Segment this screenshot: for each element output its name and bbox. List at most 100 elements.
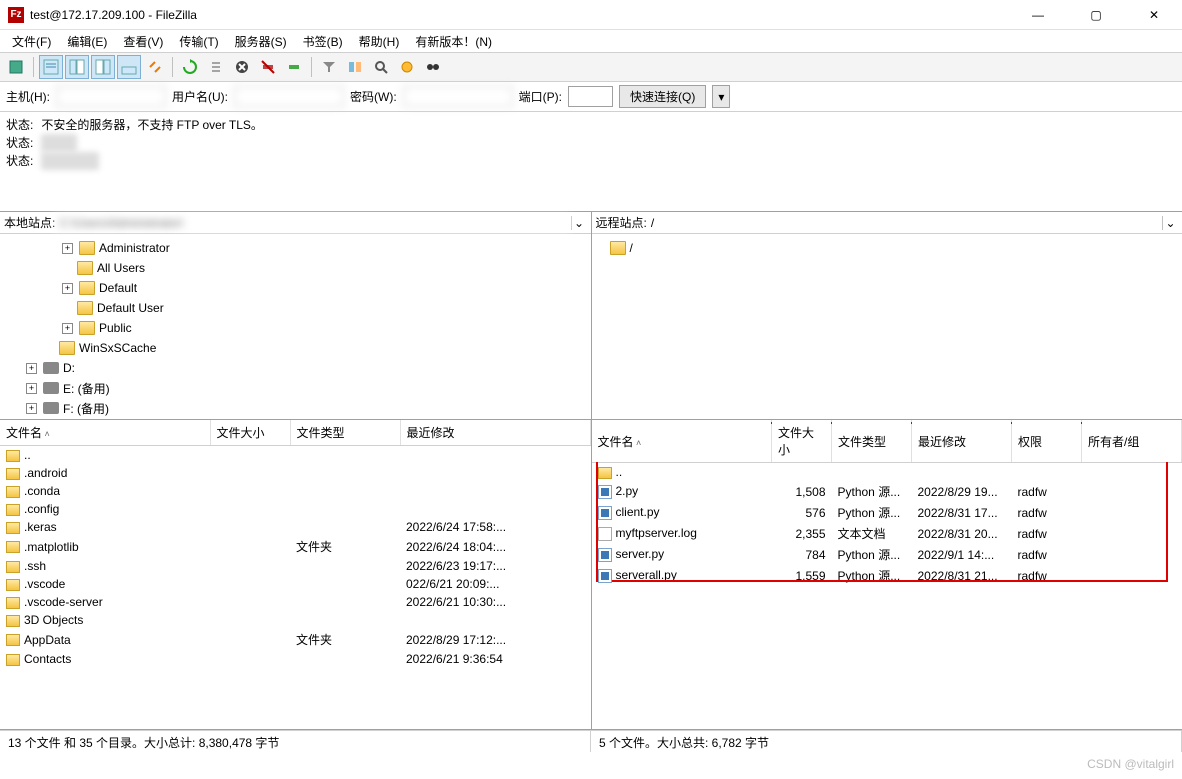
- tree-item[interactable]: +Default: [4, 278, 587, 298]
- tree-item[interactable]: All Users: [4, 258, 587, 278]
- table-row[interactable]: serverall.py1,559Python 源...2022/8/31 21…: [592, 565, 1182, 586]
- local-file-list[interactable]: 文件名 文件大小 文件类型 最近修改 ...android.conda.conf…: [0, 420, 592, 729]
- remote-tree-pane: 远程站点: ⌄ /: [592, 212, 1182, 419]
- table-row[interactable]: 2.py1,508Python 源...2022/8/29 19...radfw: [592, 481, 1182, 502]
- search-icon[interactable]: [369, 55, 393, 79]
- toggle-queue-icon[interactable]: [117, 55, 141, 79]
- table-row[interactable]: .config: [0, 500, 590, 518]
- menu-newversion[interactable]: 有新版本！(N): [409, 31, 498, 52]
- settings-icon[interactable]: [395, 55, 419, 79]
- expand-icon[interactable]: +: [62, 323, 73, 334]
- local-path-input[interactable]: [55, 214, 570, 232]
- table-row[interactable]: AppData文件夹2022/8/29 17:12:...: [0, 629, 590, 650]
- tree-item[interactable]: +D:: [4, 358, 587, 378]
- tree-item[interactable]: /: [596, 238, 1179, 258]
- menu-view[interactable]: 查看(V): [117, 31, 169, 52]
- table-row[interactable]: .ssh2022/6/23 19:17:...: [0, 557, 590, 575]
- minimize-button[interactable]: —: [1018, 1, 1058, 29]
- remote-file-list[interactable]: 文件名 文件大小 文件类型 最近修改 权限 所有者/组 ..2.py1,508P…: [592, 420, 1182, 729]
- log-label: 状态:: [6, 116, 33, 134]
- tree-item[interactable]: +E: (备用): [4, 378, 587, 398]
- tree-item[interactable]: WinSxSCache: [4, 338, 587, 358]
- quickconnect-button[interactable]: 快速连接(Q): [619, 85, 706, 108]
- table-row[interactable]: ..: [0, 446, 590, 465]
- user-input[interactable]: [234, 86, 344, 107]
- local-tree[interactable]: +Administrator All Users +Default Default U…: [0, 234, 591, 419]
- col-name[interactable]: 文件名: [0, 420, 210, 446]
- port-input[interactable]: [568, 86, 613, 107]
- table-row[interactable]: ..: [592, 463, 1182, 482]
- menu-file[interactable]: 文件(F): [6, 31, 57, 52]
- toggle-log-icon[interactable]: [39, 55, 63, 79]
- tree-label: Default User: [97, 301, 164, 315]
- disk-icon: [43, 362, 59, 374]
- refresh-icon[interactable]: [178, 55, 202, 79]
- maximize-button[interactable]: ▢: [1076, 1, 1116, 29]
- table-row[interactable]: 3D Objects: [0, 611, 590, 629]
- file-panes: 文件名 文件大小 文件类型 最近修改 ...android.conda.conf…: [0, 420, 1182, 730]
- table-row[interactable]: .matplotlib文件夹2022/6/24 18:04:...: [0, 536, 590, 557]
- table-row[interactable]: .conda: [0, 482, 590, 500]
- col-size[interactable]: 文件大小: [772, 420, 832, 463]
- reconnect-icon[interactable]: [282, 55, 306, 79]
- col-mod[interactable]: 最近修改: [400, 420, 590, 446]
- col-mod[interactable]: 最近修改: [912, 420, 1012, 463]
- expand-icon[interactable]: +: [62, 243, 73, 254]
- toggle-remotetree-icon[interactable]: [91, 55, 115, 79]
- tree-item[interactable]: +Administrator: [4, 238, 587, 258]
- local-path-dropdown-icon[interactable]: ⌄: [571, 216, 587, 230]
- menubar: 文件(F) 编辑(E) 查看(V) 传输(T) 服务器(S) 书签(B) 帮助(…: [0, 30, 1182, 52]
- menu-help[interactable]: 帮助(H): [353, 31, 406, 52]
- expand-icon[interactable]: +: [26, 383, 37, 394]
- remote-path-input[interactable]: [647, 214, 1162, 232]
- sync-browse-icon[interactable]: [143, 55, 167, 79]
- table-row[interactable]: client.py576Python 源...2022/8/31 17...ra…: [592, 502, 1182, 523]
- menu-transfer[interactable]: 传输(T): [173, 31, 224, 52]
- table-row[interactable]: server.py784Python 源...2022/9/1 14:...ra…: [592, 544, 1182, 565]
- menu-edit[interactable]: 编辑(E): [61, 31, 113, 52]
- expand-icon[interactable]: +: [62, 283, 73, 294]
- menu-bookmark[interactable]: 书签(B): [297, 31, 349, 52]
- table-row[interactable]: .keras2022/6/24 17:58:...: [0, 518, 590, 536]
- tree-item[interactable]: Default User: [4, 298, 587, 318]
- toggle-localtree-icon[interactable]: [65, 55, 89, 79]
- table-row[interactable]: .vscode-server2022/6/21 10:30:...: [0, 593, 590, 611]
- process-queue-icon[interactable]: [204, 55, 228, 79]
- compare-icon[interactable]: [343, 55, 367, 79]
- cancel-icon[interactable]: [230, 55, 254, 79]
- folder-icon: [77, 261, 93, 275]
- pass-input[interactable]: [403, 86, 513, 107]
- tree-item[interactable]: +F: (备用): [4, 398, 587, 418]
- remote-path-dropdown-icon[interactable]: ⌄: [1162, 216, 1178, 230]
- col-size[interactable]: 文件大小: [210, 420, 290, 446]
- message-log[interactable]: 状态:不安全的服务器，不支持 FTP over TLS。 状态:已连接 状态:读…: [0, 112, 1182, 212]
- expand-icon[interactable]: +: [26, 363, 37, 374]
- quickconnect-dropdown-icon[interactable]: ▾: [712, 85, 730, 108]
- folder-icon: [79, 321, 95, 335]
- binoculars-icon[interactable]: [421, 55, 445, 79]
- filter-icon[interactable]: [317, 55, 341, 79]
- col-perm[interactable]: 权限: [1012, 420, 1082, 463]
- table-row[interactable]: .android: [0, 464, 590, 482]
- disconnect-icon[interactable]: [256, 55, 280, 79]
- titlebar: Fz test@172.17.209.100 - FileZilla — ▢ ✕: [0, 0, 1182, 30]
- app-logo-icon: Fz: [8, 7, 24, 23]
- table-row[interactable]: Contacts2022/6/21 9:36:54: [0, 650, 590, 668]
- remote-tree[interactable]: /: [592, 234, 1182, 419]
- tree-label: All Users: [97, 261, 145, 275]
- table-row[interactable]: .vscode022/6/21 20:09:...: [0, 575, 590, 593]
- table-row[interactable]: myftpserver.log2,355文本文档2022/8/31 20...r…: [592, 523, 1182, 544]
- col-type[interactable]: 文件类型: [832, 420, 912, 463]
- expand-icon[interactable]: +: [26, 403, 37, 414]
- tree-item[interactable]: +Public: [4, 318, 587, 338]
- local-status: 13 个文件 和 35 个目录。大小总计: 8,380,478 字节: [0, 731, 591, 752]
- remote-path-label: 远程站点:: [596, 214, 647, 231]
- sitemanager-icon[interactable]: [4, 55, 28, 79]
- col-name[interactable]: 文件名: [592, 420, 772, 463]
- col-type[interactable]: 文件类型: [290, 420, 400, 446]
- close-button[interactable]: ✕: [1134, 1, 1174, 29]
- host-input[interactable]: [56, 86, 166, 107]
- user-label: 用户名(U):: [172, 88, 228, 105]
- menu-server[interactable]: 服务器(S): [229, 31, 293, 52]
- col-owner[interactable]: 所有者/组: [1082, 420, 1182, 463]
